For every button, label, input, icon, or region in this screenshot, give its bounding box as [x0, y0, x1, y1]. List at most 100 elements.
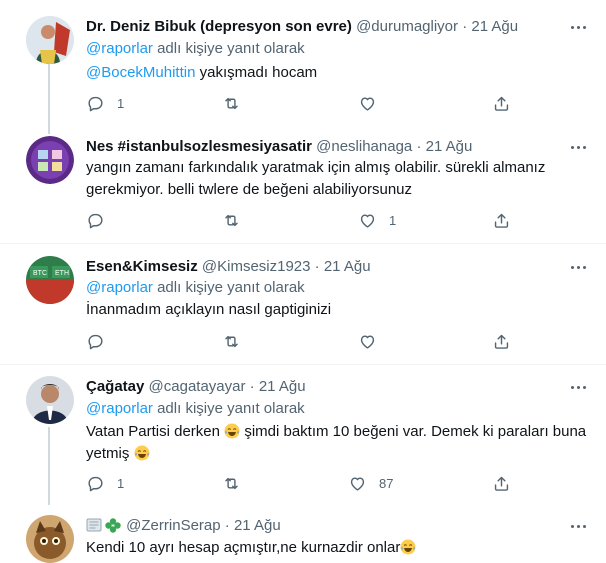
- tweet-text-body: yakışmadı hocam: [199, 64, 318, 81]
- tweet-header: @ZerrinSerap · 21 Ağu: [86, 516, 281, 536]
- tweet-text-part: şimdi baktım 10 beğeni var. Demek ki par…: [244, 423, 587, 440]
- tweet-text-line: Kendi 10 ayrı hesap açmıştır,ne kurnazdi…: [86, 537, 416, 559]
- like-button[interactable]: [358, 93, 377, 113]
- retweet-button[interactable]: [222, 473, 241, 493]
- reply-to-mention[interactable]: @raporlar: [86, 279, 153, 296]
- share-icon: [494, 96, 509, 111]
- tears-of-joy-emoji-icon: [134, 445, 150, 461]
- like-count: 87: [379, 475, 394, 491]
- share-button[interactable]: [492, 331, 511, 351]
- more-options-icon[interactable]: [570, 138, 588, 156]
- like-button[interactable]: 87: [348, 473, 393, 493]
- more-options-icon[interactable]: [570, 378, 588, 396]
- reply-button[interactable]: [86, 210, 117, 230]
- reply-button[interactable]: 1: [86, 473, 124, 493]
- clover-icon: [105, 518, 121, 533]
- share-button[interactable]: [492, 210, 511, 230]
- handle[interactable]: @ZerrinSerap: [126, 517, 220, 534]
- avatar-label: BTC: [33, 270, 47, 277]
- handle[interactable]: @neslihanaga: [316, 138, 412, 155]
- avatar[interactable]: [26, 136, 74, 184]
- timestamp[interactable]: 21 Ağu: [426, 138, 473, 155]
- tears-of-joy-emoji-icon: [400, 539, 416, 555]
- separator-dot: ·: [249, 378, 255, 395]
- avatar[interactable]: [26, 16, 74, 64]
- tweet-text-part: Kendi 10 ayrı hesap açmıştır,ne kurnazdi…: [86, 539, 401, 556]
- tweet-text-line: Vatan Partisi derken şimdi baktım 10 beğ…: [86, 421, 586, 443]
- reply-button[interactable]: [86, 331, 105, 351]
- separator-dot: ·: [224, 517, 230, 534]
- reply-to-mention[interactable]: @raporlar: [86, 40, 153, 57]
- retweet-icon: [225, 214, 238, 226]
- thread-line: [48, 427, 50, 505]
- reply-context: @raporlar adlı kişiye yanıt olarak: [86, 277, 305, 299]
- tweet-divider: [0, 364, 606, 365]
- share-button[interactable]: [492, 473, 511, 493]
- heart-icon: [360, 96, 375, 111]
- reply-to-mention[interactable]: @raporlar: [86, 400, 153, 417]
- reply-button[interactable]: 1: [86, 93, 124, 113]
- retweet-button[interactable]: [222, 210, 241, 230]
- reply-count: 1: [117, 475, 125, 491]
- more-options-icon[interactable]: [570, 517, 588, 535]
- tweet-text: @BocekMuhittin yakışmadı hocam: [86, 62, 317, 84]
- handle[interactable]: @durumagliyor: [356, 18, 458, 35]
- avatar-label: ETH: [55, 270, 69, 277]
- retweet-icon: [225, 335, 238, 347]
- reply-context: @raporlar adlı kişiye yanıt olarak: [86, 398, 305, 420]
- tweet-text-part: Vatan Partisi derken: [86, 423, 220, 440]
- separator-dot: ·: [462, 18, 468, 35]
- text-mention[interactable]: @BocekMuhittin: [86, 64, 195, 81]
- heart-icon: [350, 476, 365, 491]
- reply-icon: [88, 476, 103, 491]
- tweet-text-line: gerekmiyor. belli twlere de beğeni alabi…: [86, 181, 413, 198]
- heart-icon: [360, 334, 375, 349]
- tweet-text-line: yangın zamanı farkındalık yaratmak için …: [86, 159, 546, 176]
- timestamp[interactable]: 21 Ağu: [324, 258, 371, 275]
- display-name[interactable]: Esen&Kimsesiz: [86, 258, 198, 275]
- avatar[interactable]: [26, 376, 74, 424]
- timestamp[interactable]: 21 Ağu: [234, 517, 281, 534]
- handle[interactable]: @cagatayayar: [149, 378, 246, 395]
- tweet-text-line: yetmiş: [86, 443, 150, 465]
- heart-icon: [360, 213, 375, 228]
- tweet-divider: [0, 243, 606, 244]
- display-name[interactable]: Dr. Deniz Bibuk (depresyon son evre): [86, 18, 352, 35]
- reply-count: 1: [117, 95, 125, 111]
- avatar[interactable]: BTC ETH: [26, 256, 74, 304]
- tears-of-joy-emoji-icon: [224, 423, 240, 439]
- reply-to-label: adlı kişiye yanıt olarak: [157, 40, 305, 57]
- retweet-button[interactable]: [222, 331, 241, 351]
- like-button[interactable]: 1: [358, 210, 396, 230]
- display-name[interactable]: Nes #istanbulsozlesmesiyasatir: [86, 138, 312, 155]
- handle[interactable]: @Kimsesiz1923: [202, 258, 311, 275]
- retweet-icon: [225, 477, 238, 489]
- more-options-icon[interactable]: [570, 18, 588, 36]
- timestamp[interactable]: 21 Ağu: [471, 18, 518, 35]
- share-icon: [494, 334, 509, 349]
- like-button[interactable]: [358, 331, 377, 351]
- reply-to-label: adlı kişiye yanıt olarak: [157, 400, 305, 417]
- retweet-icon: [225, 97, 238, 109]
- share-icon: [494, 476, 509, 491]
- more-options-icon[interactable]: [570, 258, 588, 276]
- like-count: 1: [389, 212, 397, 228]
- tweet-header: Nes #istanbulsozlesmesiyasatir @neslihan…: [86, 137, 472, 157]
- newspaper-icon: [86, 518, 102, 532]
- tweet-header: Çağatay @cagatayayar · 21 Ağu: [86, 377, 306, 397]
- reply-icon: [88, 96, 103, 111]
- timestamp[interactable]: 21 Ağu: [259, 378, 306, 395]
- tweet-header: Dr. Deniz Bibuk (depresyon son evre) @du…: [86, 17, 518, 37]
- separator-dot: ·: [314, 258, 320, 275]
- display-name[interactable]: Çağatay: [86, 378, 144, 395]
- reply-icon: [88, 213, 103, 228]
- share-button[interactable]: [492, 93, 511, 113]
- thread-line: [48, 64, 50, 134]
- reply-icon: [88, 334, 103, 349]
- tweet-text-part: yetmiş: [86, 445, 130, 462]
- tweet-header: Esen&Kimsesiz @Kimsesiz1923 · 21 Ağu: [86, 257, 371, 277]
- reply-to-label: adlı kişiye yanıt olarak: [157, 279, 305, 296]
- separator-dot: ·: [416, 138, 422, 155]
- retweet-button[interactable]: [222, 93, 241, 113]
- avatar[interactable]: [26, 515, 74, 563]
